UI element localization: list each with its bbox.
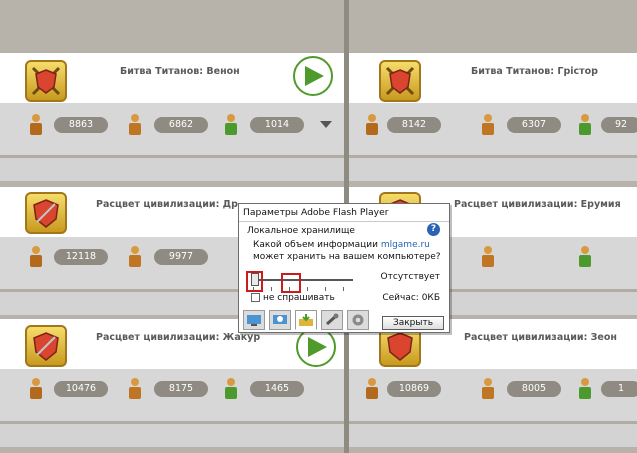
tab-microphone[interactable] — [321, 310, 343, 330]
shield-swords-icon — [25, 60, 67, 102]
section-heading: Локальное хранилище — [247, 226, 355, 236]
help-icon[interactable]: ? — [427, 223, 440, 236]
character-icon — [477, 245, 499, 269]
character-icon — [25, 377, 47, 401]
character-icon — [574, 245, 596, 269]
slider-value-label: Отсутствует — [380, 272, 440, 282]
stat-pill: 8175 — [154, 381, 208, 397]
tab-display[interactable] — [243, 310, 265, 330]
tab-privacy[interactable] — [269, 310, 291, 330]
stat-pill: 1014 — [250, 117, 304, 133]
stat-pill: 1465 — [250, 381, 304, 397]
question-prefix: Какой объем информации — [253, 240, 381, 250]
character-icon — [220, 113, 242, 137]
card-title: Расцвет цивилизации: Ерумия — [454, 199, 621, 210]
play-icon[interactable] — [293, 56, 333, 96]
stat-pill: 9977 — [154, 249, 208, 265]
stat-pill: 1 — [601, 381, 637, 397]
dont-ask-label: не спрашивать — [263, 293, 335, 303]
highlight-box — [281, 273, 301, 293]
character-icon — [477, 377, 499, 401]
card-title: Расцвет цивилизации: Жакур — [96, 332, 261, 343]
stat-pill: 12118 — [54, 249, 108, 265]
play-icon[interactable] — [296, 327, 336, 367]
game-card: Расцвет цивилизации: Жакур 10476 8175 14… — [0, 319, 344, 447]
character-icon — [124, 377, 146, 401]
dont-ask-checkbox[interactable] — [251, 293, 260, 302]
chevron-down-icon[interactable] — [320, 121, 332, 128]
stat-pill: 92 — [601, 117, 637, 133]
character-icon — [574, 377, 596, 401]
game-card: Расцвет цивилизации: Зеон 10869 8005 1 — [349, 319, 637, 447]
storage-question: Какой объем информации mlgame.ru может х… — [253, 239, 443, 263]
card-title: Расцвет цивилизации: Зеон — [464, 332, 617, 343]
character-icon — [361, 377, 383, 401]
character-icon — [477, 113, 499, 137]
settings-tabbar — [243, 310, 376, 331]
card-title: Расцвет цивилизации: Др — [96, 199, 238, 210]
character-icon — [25, 245, 47, 269]
stat-pill: 8863 — [54, 117, 108, 133]
dialog-title: Параметры Adobe Flash Player — [243, 207, 389, 218]
site-name: mlgame.ru — [380, 240, 430, 250]
character-icon — [25, 113, 47, 137]
highlight-box — [246, 271, 263, 292]
stat-pill: 10476 — [54, 381, 108, 397]
close-button[interactable]: Закрыть — [382, 316, 444, 330]
storage-slider[interactable] — [253, 279, 353, 281]
stat-pill: 6862 — [154, 117, 208, 133]
card-title: Битва Титанов: Венон — [120, 66, 240, 77]
shield-swords-icon — [25, 192, 67, 234]
game-card: Битва Титанов: Венон 8863 6862 1014 — [0, 53, 344, 181]
dialog-divider — [239, 221, 449, 222]
question-line-2: может хранить на вашем компьютере? — [253, 252, 441, 262]
stat-pill: 10869 — [387, 381, 441, 397]
stat-pill: 8142 — [387, 117, 441, 133]
character-icon — [574, 113, 596, 137]
stat-pill: 6307 — [507, 117, 561, 133]
character-icon — [361, 113, 383, 137]
tab-camera[interactable] — [347, 310, 369, 330]
shield-swords-icon — [379, 60, 421, 102]
character-icon — [124, 245, 146, 269]
card-title: Битва Титанов: Грістор — [471, 66, 598, 77]
stat-pill: 8005 — [507, 381, 561, 397]
game-card: Битва Титанов: Грістор 8142 6307 92 — [349, 53, 637, 181]
character-icon — [124, 113, 146, 137]
character-icon — [220, 377, 242, 401]
shield-swords-icon — [25, 325, 67, 367]
tab-local-storage[interactable] — [295, 310, 317, 330]
flash-settings-dialog: Параметры Adobe Flash Player Локальное х… — [238, 203, 450, 333]
current-usage-label: Сейчас: 0КБ — [382, 293, 440, 303]
